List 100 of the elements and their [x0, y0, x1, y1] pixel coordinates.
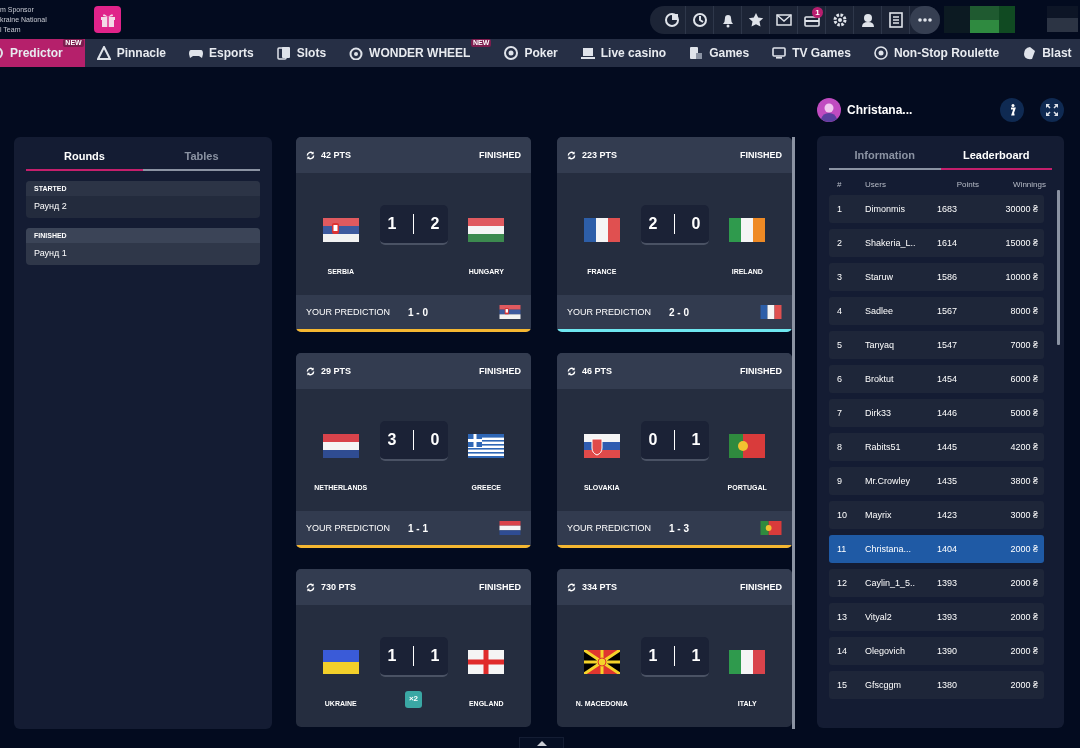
score-value: 1 [387, 215, 397, 233]
refresh-icon [567, 582, 576, 592]
points-cell-text: 1393 [937, 612, 959, 622]
flag-icon [760, 305, 782, 319]
scrollbar[interactable] [1057, 190, 1060, 345]
match-status: FINISHED [740, 366, 782, 376]
winnings-cell-text: 5000 ₴ [1009, 408, 1038, 418]
winnings-cell-text: 2000 ₴ [1009, 578, 1038, 588]
nav-icon [504, 46, 519, 60]
flag-icon [583, 217, 620, 242]
fullscreen-button[interactable] [1040, 98, 1064, 122]
winnings-cell-text: 2000 ₴ [1009, 646, 1038, 656]
nav-icon [349, 46, 364, 60]
flag-icon [468, 649, 505, 674]
panel-tab[interactable]: Tables [143, 137, 260, 171]
points-cell-text: 1454 [937, 374, 959, 384]
gift-button[interactable] [94, 6, 121, 33]
nav-tab[interactable]: Esports [177, 39, 265, 67]
panel-tab[interactable]: Leaderboard [940, 136, 1052, 170]
nav-tab[interactable]: Non-Stop Roulette [861, 39, 1011, 67]
refresh-icon [567, 150, 576, 160]
leaderboard-row[interactable]: 10 Mayrix 1423 3000 ₴ [829, 501, 1044, 529]
leaderboard-row[interactable]: 12 Caylin_1_5.. 1393 2000 ₴ [829, 569, 1044, 597]
points-cell-text: 1446 [937, 408, 959, 418]
fullscreen-icon [1046, 104, 1058, 116]
nav-icon [689, 46, 704, 60]
match-status: FINISHED [740, 582, 782, 592]
leaderboard-row[interactable]: 8 Rabits51 1445 4200 ₴ [829, 433, 1044, 461]
leaderboard-row[interactable]: 5 Tanyaq 1547 7000 ₴ [829, 331, 1044, 359]
points-cell-text: 1614 [937, 238, 959, 248]
winnings-cell-text: 3000 ₴ [1009, 510, 1038, 520]
leaderboard-row[interactable]: 13 Vityal2 1393 2000 ₴ [829, 603, 1044, 631]
points-text: 334 PTS [582, 582, 618, 592]
leaderboard-row[interactable]: 3 Staruw 1586 10000 ₴ [829, 263, 1044, 291]
points-text: 730 PTS [321, 582, 357, 592]
rank-cell-text: 2 [837, 238, 843, 248]
winnings-cell-text: 10000 ₴ [1004, 272, 1038, 282]
prediction-label: YOUR PREDICTION [306, 523, 390, 533]
gift-card-button[interactable]: 1 [798, 5, 826, 34]
nav-tab[interactable]: Blast [1010, 39, 1080, 67]
mail-icon [775, 11, 792, 28]
nav-tab[interactable]: TV Games [760, 39, 862, 67]
user-cell-text: Caylin_1_5.. [865, 578, 917, 588]
rank-cell-text: 14 [837, 646, 848, 656]
user-cell-text: Gfscggm [865, 680, 902, 690]
points-cell-text: 1404 [937, 544, 959, 554]
score-value: 1 [430, 647, 440, 665]
nav-icon [96, 46, 111, 60]
user-cell-text: Dimonmis [865, 204, 906, 214]
rank-cell-text: 3 [837, 272, 843, 282]
more-button[interactable] [910, 5, 940, 34]
user-cell-text: Broktut [865, 374, 895, 384]
flag-icon [322, 649, 359, 674]
nav-tab[interactable]: Slots [264, 39, 338, 67]
score-value: 2 [648, 215, 658, 233]
match-status: FINISHED [740, 150, 782, 160]
scroll-up-button[interactable] [519, 737, 564, 748]
winnings-cell-text: 3800 ₴ [1009, 476, 1038, 486]
winnings-cell-text: 8000 ₴ [1009, 306, 1038, 316]
star-icon [747, 11, 764, 28]
score-value: 1 [648, 647, 658, 665]
rank-cell-text: 13 [837, 612, 848, 622]
leaderboard-row[interactable]: 9 Mr.Crowley 1435 3800 ₴ [829, 467, 1044, 495]
nav-tab[interactable]: Poker [492, 39, 569, 67]
rank-cell-text: 5 [837, 340, 843, 350]
rank-cell-text: 10 [837, 510, 848, 520]
user-cell-text: Shakeria_L.. [865, 238, 917, 248]
leaderboard-row[interactable]: 2 Shakeria_L.. 1614 15000 ₴ [829, 229, 1044, 257]
column-header: # [837, 180, 843, 189]
nav-tab[interactable]: Pinnacle [84, 39, 178, 67]
scrollbar[interactable] [792, 137, 795, 729]
winnings-cell-text: 6000 ₴ [1009, 374, 1038, 384]
panel-tab[interactable]: Information [829, 136, 941, 170]
prediction-label: YOUR PREDICTION [567, 307, 651, 317]
leaderboard-row[interactable]: 11 Christana... 1404 2000 ₴ [829, 535, 1044, 563]
rank-cell-text: 6 [837, 374, 843, 384]
leaderboard-row[interactable]: 7 Dirk33 1446 5000 ₴ [829, 399, 1044, 427]
points-cell-text: 1445 [937, 442, 959, 452]
support-icon [663, 11, 680, 28]
winnings-cell-text: 30000 ₴ [1004, 204, 1038, 214]
history-icon [691, 11, 708, 28]
nav-icon [276, 46, 291, 60]
user-cell-text: Olegovich [865, 646, 907, 656]
leaderboard-row[interactable]: 4 Sadlee 1567 8000 ₴ [829, 297, 1044, 325]
panel-tab[interactable]: Rounds [26, 137, 143, 171]
score-value: 2 [430, 215, 440, 233]
leaderboard-row[interactable]: 1 Dimonmis 1683 30000 ₴ [829, 195, 1044, 223]
nav-tab[interactable]: Live casino [568, 39, 678, 67]
nav-icon [580, 46, 595, 60]
nav-tab[interactable]: Games [677, 39, 761, 67]
score-value: 1 [691, 431, 701, 449]
leaderboard-row[interactable]: 6 Broktut 1454 6000 ₴ [829, 365, 1044, 393]
info-button[interactable] [1000, 98, 1024, 122]
flag-icon [760, 521, 782, 535]
score-value: 0 [691, 215, 701, 233]
info-icon [1008, 104, 1016, 116]
leaderboard-row[interactable]: 15 Gfscggm 1380 2000 ₴ [829, 671, 1044, 699]
refresh-icon [306, 366, 315, 376]
winnings-cell-text: 2000 ₴ [1009, 680, 1038, 690]
leaderboard-row[interactable]: 14 Olegovich 1390 2000 ₴ [829, 637, 1044, 665]
